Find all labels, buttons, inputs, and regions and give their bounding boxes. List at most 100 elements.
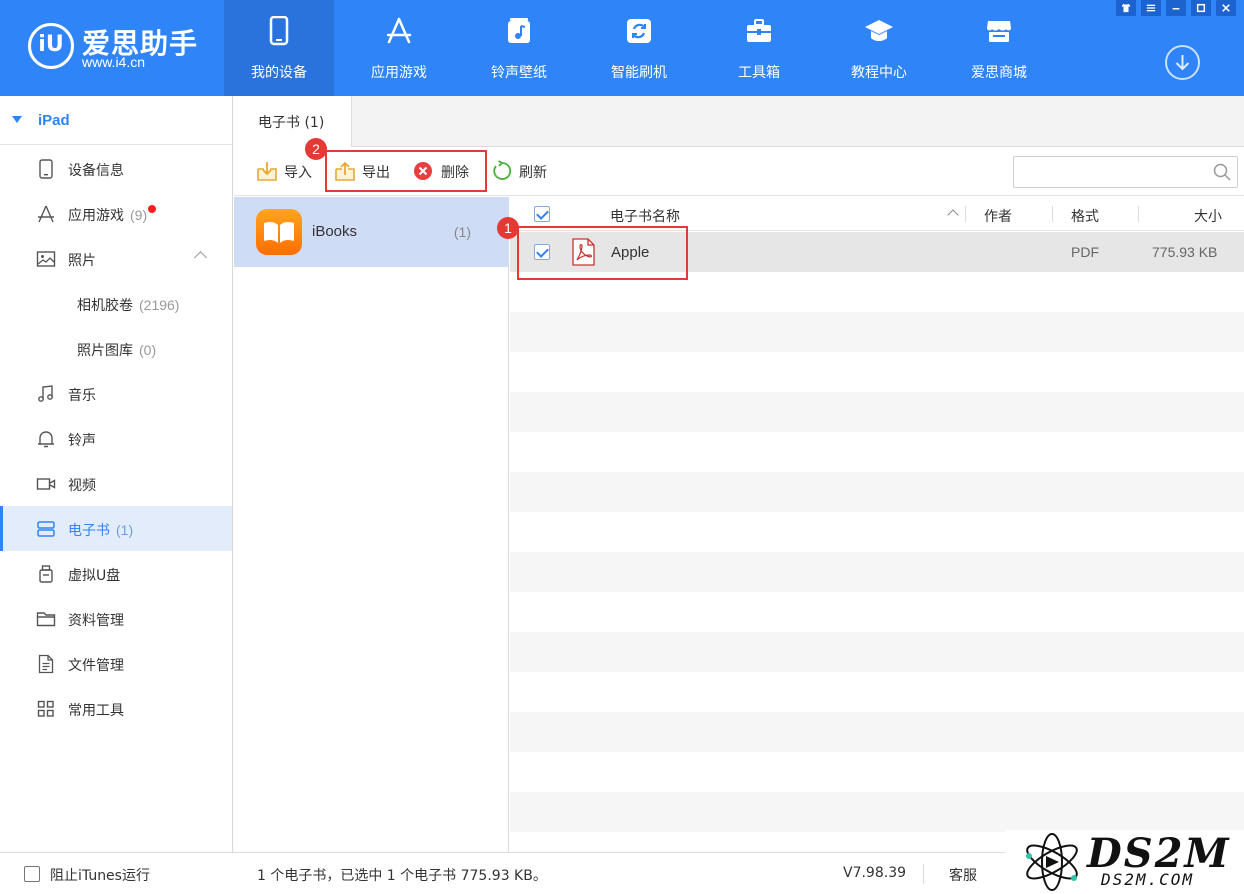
column-header-name[interactable]: 电子书名称 — [610, 206, 680, 226]
sidebar-item-label: 设备信息 — [68, 163, 124, 179]
column-divider[interactable] — [1138, 206, 1139, 222]
logo-url: www.i4.cn — [82, 54, 146, 70]
nav-smart-flash[interactable]: 智能刷机 — [584, 0, 694, 96]
device-header[interactable]: iPad — [0, 96, 232, 145]
nav-store[interactable]: 爱思商城 — [944, 0, 1054, 96]
sidebar-item-label: 虚拟U盘 — [68, 568, 121, 584]
minimize-icon — [1172, 8, 1180, 10]
search-input[interactable] — [1022, 158, 1207, 186]
search-box[interactable] — [1013, 156, 1238, 188]
minimize-button[interactable] — [1166, 0, 1186, 16]
select-all-checkbox[interactable] — [534, 206, 550, 222]
sidebar-item-label: 视频 — [68, 478, 96, 494]
highlight-box-selected-row — [517, 226, 688, 280]
import-icon — [257, 162, 277, 181]
empty-row — [510, 592, 1244, 632]
sidebar-item-label: 常用工具 — [68, 703, 124, 719]
sidebar-item-photos[interactable]: 照片 — [0, 236, 232, 281]
sidebar-item-tools[interactable]: 常用工具 — [0, 686, 232, 731]
sidebar-item-ringtones[interactable]: 铃声 — [0, 416, 232, 461]
logo-badge: iU — [28, 23, 74, 69]
download-button[interactable] — [1165, 45, 1200, 80]
atom-logo-icon — [1026, 833, 1078, 891]
sidebar-item-apps[interactable]: 应用游戏 (9) — [0, 191, 232, 236]
empty-row — [510, 392, 1244, 432]
sort-caret-icon[interactable] — [947, 209, 959, 221]
collapse-caret-icon[interactable] — [194, 251, 207, 264]
cell-format: PDF — [1071, 244, 1099, 260]
tab-label: 电子书 (1) — [258, 115, 325, 131]
empty-row — [510, 752, 1244, 792]
block-itunes-checkbox[interactable] — [24, 866, 40, 882]
sidebar-item-ebooks[interactable]: 电子书 (1) — [0, 506, 232, 551]
expand-arrow-icon[interactable] — [12, 116, 22, 123]
video-icon — [36, 478, 56, 490]
sidebar-item-videos[interactable]: 视频 — [0, 461, 232, 506]
menu-button[interactable] — [1141, 0, 1161, 16]
sidebar-item-label: 文件管理 — [68, 658, 124, 674]
library-item-ibooks[interactable]: iBooks (1) — [234, 197, 509, 267]
sidebar-item-device-info[interactable]: 设备信息 — [0, 146, 232, 191]
nav-toolbox[interactable]: 工具箱 — [704, 0, 814, 96]
tab-strip: 电子书 (1) — [234, 96, 1244, 147]
device-name: iPad — [38, 112, 70, 129]
search-icon[interactable] — [1213, 163, 1231, 181]
sidebar-item-file-management[interactable]: 文件管理 — [0, 641, 232, 686]
watermark-subtext: DS2M.COM — [1101, 870, 1195, 889]
music-icon — [38, 385, 53, 402]
empty-row — [510, 552, 1244, 592]
maximize-button[interactable] — [1191, 0, 1211, 16]
sidebar-item-music[interactable]: 音乐 — [0, 371, 232, 416]
logo-glyph: iU — [38, 32, 64, 57]
column-header-author[interactable]: 作者 — [984, 206, 1012, 226]
sidebar-item-label: 铃声 — [68, 433, 96, 449]
nav-tutorials[interactable]: 教程中心 — [824, 0, 934, 96]
step-badge-2: 2 — [305, 138, 327, 160]
empty-row — [510, 472, 1244, 512]
empty-row — [510, 792, 1244, 832]
item-count: (2196) — [139, 297, 180, 313]
close-button[interactable] — [1216, 0, 1236, 16]
graduation-cap-icon — [865, 20, 893, 41]
sidebar-item-label: 电子书 (1) — [68, 522, 134, 539]
grid-icon — [37, 700, 54, 717]
left-sidebar: iPad 设备信息 应用游戏 (9) 照片 相机胶卷 (2196) 照片图库 (0) … — [0, 96, 233, 852]
app-logo: iU 爱思助手 www.i4.cn — [28, 20, 228, 72]
column-header-format[interactable]: 格式 — [1071, 206, 1099, 226]
item-count: (1) — [116, 522, 134, 538]
empty-row — [510, 432, 1244, 472]
status-divider — [923, 864, 924, 884]
import-button[interactable]: 导入 — [256, 160, 318, 182]
store-icon — [987, 21, 1011, 42]
library-panel: iBooks (1) — [234, 197, 509, 852]
photo-icon — [36, 251, 56, 267]
top-bar: iU 爱思助手 www.i4.cn 我的设备 应用游戏 铃声壁纸 智能刷机 工具… — [0, 0, 1244, 96]
file-icon — [38, 654, 54, 674]
sidebar-item-label: 资料管理 — [68, 613, 124, 629]
column-divider[interactable] — [1052, 206, 1053, 222]
sidebar-item-data-management[interactable]: 资料管理 — [0, 596, 232, 641]
nav-ringtones-wallpapers[interactable]: 铃声壁纸 — [464, 0, 574, 96]
sidebar-item-virtual-usb[interactable]: 虚拟U盘 — [0, 551, 232, 596]
column-divider[interactable] — [965, 206, 966, 222]
sidebar-item-photo-library[interactable]: 照片图库 (0) — [0, 326, 232, 371]
library-name: iBooks — [312, 223, 358, 240]
block-itunes-label[interactable]: 阻止iTunes运行 — [50, 865, 150, 885]
nav-apps-games[interactable]: 应用游戏 — [344, 0, 454, 96]
nav-my-device[interactable]: 我的设备 — [224, 0, 334, 96]
column-header-size[interactable]: 大小 — [1194, 206, 1222, 226]
library-count: (1) — [453, 224, 471, 240]
device-info-icon — [39, 159, 53, 179]
sidebar-item-label: 音乐 — [68, 388, 96, 404]
sidebar-item-camera-roll[interactable]: 相机胶卷 (2196) — [0, 281, 232, 326]
empty-row — [510, 512, 1244, 552]
refresh-button[interactable]: 刷新 — [491, 160, 553, 182]
highlight-box-export-delete — [325, 150, 487, 192]
bell-icon — [38, 431, 54, 448]
ebook-icon — [37, 521, 55, 537]
support-link[interactable]: 客服 — [949, 865, 977, 885]
tab-ebooks[interactable]: 电子书 (1) — [234, 96, 352, 147]
skin-button[interactable] — [1116, 0, 1136, 16]
item-count: (0) — [139, 342, 157, 358]
import-label: 导入 — [284, 165, 312, 181]
